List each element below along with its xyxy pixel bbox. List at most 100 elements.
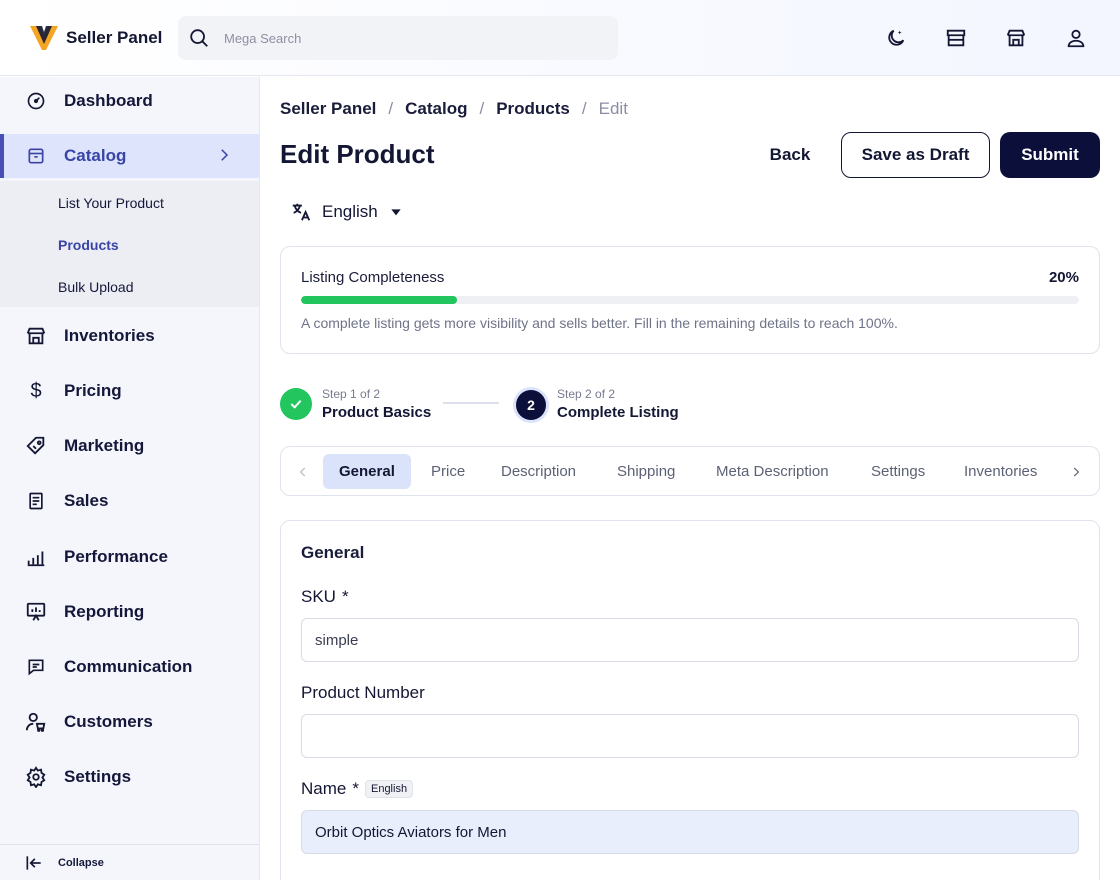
language-selector[interactable]: English [290,201,404,223]
receipt-icon [24,489,48,513]
inventory-icon [24,324,48,348]
tab-meta-description[interactable]: Meta Description [700,454,845,489]
sidebar-item-label: Pricing [64,381,122,400]
breadcrumb: Seller Panel / Catalog / Products / Edit [280,99,628,119]
dollar-icon: $ [30,379,42,402]
sidebar-item-label: Sales [64,491,109,510]
required-marker: * [341,587,349,606]
name-input[interactable] [301,810,1079,854]
general-form-card: General SKU * Product Number Name * Engl… [280,520,1100,880]
section-title: General [301,543,365,562]
breadcrumb-separator: / [479,99,485,118]
collapse-label: Collapse [58,856,104,869]
sidebar: Dashboard Catalog List Your Product Prod… [0,77,260,880]
sku-label: SKU * [301,587,349,607]
search-icon [190,29,208,47]
section-tabs: General Price Description Shipping Meta … [280,446,1100,496]
sidebar-item-label: Communication [64,657,193,676]
step-2-title: Complete Listing [557,404,679,421]
sidebar-item-label: Reporting [64,602,145,621]
tab-description[interactable]: Description [485,454,592,489]
language-badge: English [364,780,414,798]
user-icon[interactable] [1064,26,1088,50]
language-label: English [322,202,378,221]
submenu-products[interactable]: Products [58,237,119,253]
step-1-title: Product Basics [322,404,432,421]
sidebar-item-communication[interactable]: Communication [0,645,259,689]
back-button[interactable]: Back [750,132,830,178]
catalog-submenu: List Your Product Products Bulk Upload [0,181,259,307]
breadcrumb-separator: / [581,99,587,118]
sidebar-item-inventories[interactable]: Inventories [0,314,259,358]
sidebar-item-marketing[interactable]: Marketing [0,424,259,468]
sidebar-item-dashboard[interactable]: Dashboard [0,79,259,123]
sidebar-item-label: Performance [64,547,168,566]
tab-inventories[interactable]: Inventories [948,454,1053,489]
breadcrumb-current: Edit [598,99,628,118]
moon-icon[interactable] [884,26,908,50]
mega-search[interactable] [178,16,618,60]
sidebar-item-performance[interactable]: Performance [0,535,259,579]
step-2-indicator: 2 [513,387,549,423]
chevron-right-icon [215,146,233,169]
search-input[interactable] [224,30,604,46]
sidebar-item-customers[interactable]: Customers [0,700,259,744]
breadcrumb-products[interactable]: Products [496,99,570,119]
required-marker: * [352,779,359,798]
sidebar-item-label: Settings [64,767,132,786]
collapse-icon [26,855,41,870]
submenu-bulk-upload[interactable]: Bulk Upload [58,279,134,295]
tab-settings[interactable]: Settings [855,454,941,489]
stepper: Step 1 of 2 Product Basics 2 Step 2 of 2… [280,382,1100,426]
sku-input[interactable] [301,618,1079,662]
brand-logo[interactable]: Seller Panel [28,22,162,54]
main-content: Seller Panel / Catalog / Products / Edit… [260,77,1120,880]
tabs-scroll-right-icon[interactable] [1066,462,1086,482]
sidebar-item-label: Dashboard [64,91,153,110]
breadcrumb-separator: / [388,99,394,118]
step-1-caption: Step 1 of 2 [322,387,381,401]
dashboard-icon [24,89,48,113]
name-label: Name * English [301,779,414,799]
tag-icon [24,434,48,458]
tabs-scroll-left-icon[interactable] [293,462,313,482]
submenu-list-your-product[interactable]: List Your Product [58,195,164,211]
completeness-progress-fill [301,296,457,304]
gear-icon [24,765,48,789]
product-number-input[interactable] [301,714,1079,758]
save-draft-button[interactable]: Save as Draft [841,132,990,178]
breadcrumb-seller-panel[interactable]: Seller Panel [280,99,376,119]
sidebar-item-label: Inventories [64,326,155,345]
submit-button[interactable]: Submit [1000,132,1100,178]
step-connector [443,402,499,404]
name-label-text: Name [301,779,347,798]
sidebar-item-label: Marketing [64,436,145,455]
customers-icon [24,710,48,734]
sidebar-item-sales[interactable]: Sales [0,479,259,523]
translate-icon [292,203,311,221]
presentation-icon [24,600,48,624]
collapse-sidebar-button[interactable]: Collapse [0,844,259,880]
sidebar-item-label: Catalog [64,146,127,165]
sidebar-item-catalog[interactable]: Catalog [0,134,259,178]
sidebar-item-settings[interactable]: Settings [0,755,259,799]
logo-icon [30,26,58,50]
catalog-icon [24,144,48,168]
shop-icon[interactable] [1004,26,1028,50]
tab-shipping[interactable]: Shipping [601,454,691,489]
tab-general[interactable]: General [323,454,411,489]
sku-label-text: SKU [301,587,336,606]
product-number-label-text: Product Number [301,683,425,702]
tab-price[interactable]: Price [415,454,481,489]
completeness-percent: 20% [1048,269,1079,286]
bar-chart-icon [24,545,48,569]
sidebar-item-reporting[interactable]: Reporting [0,590,259,634]
step-2-number: 2 [516,390,546,420]
sidebar-item-pricing[interactable]: $ Pricing [0,369,259,413]
sidebar-item-label: Customers [64,712,153,731]
breadcrumb-catalog[interactable]: Catalog [405,99,467,119]
page-title: Edit Product [280,139,435,169]
store-icon[interactable] [944,26,968,50]
listing-completeness-card: Listing Completeness 20% A complete list… [280,246,1100,354]
caret-down-icon [391,209,401,216]
